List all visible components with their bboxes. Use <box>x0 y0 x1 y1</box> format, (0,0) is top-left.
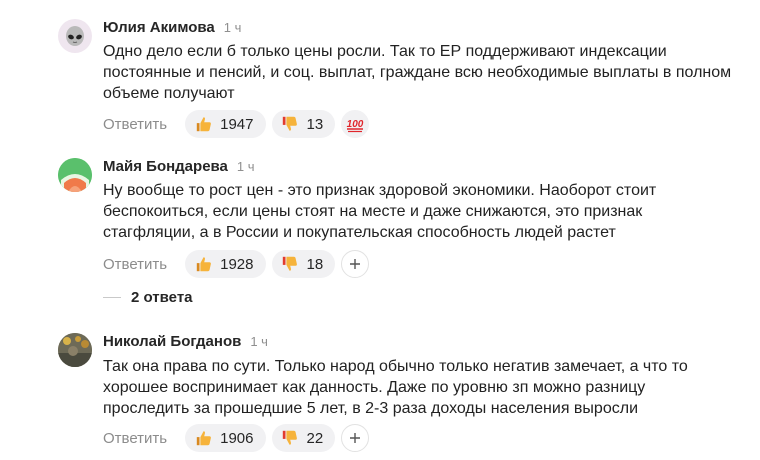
reply-button[interactable]: Ответить <box>103 116 167 133</box>
thumbs-down-icon <box>281 115 300 134</box>
replies-divider <box>103 297 121 298</box>
avatar[interactable] <box>58 333 92 367</box>
comment-text-line: стагфляции, а в России и покупательская … <box>103 224 616 241</box>
dislike-count: 13 <box>306 115 324 133</box>
comment-text: Так она права по сути. Только народ обыч… <box>103 356 733 419</box>
add-reaction-button[interactable] <box>341 424 370 452</box>
comment-text-line: постоянные и пенсий, и соц. выплат, граж… <box>103 64 732 81</box>
thumbs-down-icon <box>281 429 300 448</box>
like-count: 1906 <box>220 429 254 447</box>
comment-text-line: беспокоиться, если цены стоят на месте и… <box>103 203 643 220</box>
thumbs-down-icon <box>281 255 300 274</box>
author-name[interactable]: Юлия Акимова <box>103 19 215 36</box>
thumbs-up-icon <box>194 429 213 448</box>
replies-label: 2 ответа <box>131 289 193 306</box>
photo-avatar-icon <box>58 333 92 367</box>
reply-button[interactable]: Ответить <box>103 430 167 447</box>
author-name[interactable]: Николай Богданов <box>103 333 241 350</box>
comment-text-line: Так она права по сути. Только народ обыч… <box>103 358 688 375</box>
comment-meta: Николай Богданов 1 ч <box>103 333 268 350</box>
hundred-points-reaction-button[interactable]: 100 <box>341 110 370 138</box>
reply-button[interactable]: Ответить <box>103 256 167 273</box>
comment-actions: Ответить 1906 22 <box>103 424 370 452</box>
comment-text-line: объеме получают <box>103 85 235 102</box>
comment-actions: Ответить 1947 13 100 <box>103 110 370 138</box>
dislike-button[interactable]: 13 <box>271 110 336 138</box>
avatar[interactable] <box>58 19 92 53</box>
dislike-button[interactable]: 18 <box>271 250 336 278</box>
comment-meta: Майя Бондарева 1 ч <box>103 158 255 175</box>
author-name[interactable]: Майя Бондарева <box>103 158 228 175</box>
dislike-count: 22 <box>306 429 324 447</box>
comment-text: Одно дело если б только цены росли. Так … <box>103 41 733 104</box>
timestamp: 1 ч <box>236 159 255 174</box>
comment-text-line: проследить за прошедшие 5 лет, в 2-3 раз… <box>103 400 638 417</box>
comment-text-line: хорошее воспринимает как данность. Даже … <box>103 379 646 396</box>
comment-text: Ну вообще то рост цен - это признак здор… <box>103 180 733 243</box>
timestamp: 1 ч <box>250 334 268 349</box>
thumbs-up-icon <box>194 115 213 134</box>
like-button[interactable]: 1906 <box>185 424 266 452</box>
comment: Николай Богданов 1 ч Так она права по су… <box>0 333 760 458</box>
hundred-points-icon: 100 <box>347 119 364 133</box>
show-replies-button[interactable]: 2 ответа <box>103 289 193 306</box>
dislike-button[interactable]: 22 <box>271 424 336 452</box>
comment-actions: Ответить 1928 18 <box>103 250 370 278</box>
like-count: 1947 <box>220 115 254 133</box>
comment-text-line: Одно дело если б только цены росли. Так … <box>103 43 667 60</box>
comment: Юлия Акимова 1 ч Одно дело если б только… <box>0 19 760 139</box>
dislike-count: 18 <box>306 255 324 273</box>
comment-meta: Юлия Акимова 1 ч <box>103 19 241 36</box>
plus-icon <box>350 433 361 443</box>
thumbs-up-icon <box>194 255 213 274</box>
avatar[interactable] <box>58 158 92 192</box>
lime-slice-avatar-icon <box>58 158 92 192</box>
like-count: 1928 <box>220 255 254 273</box>
comment-text-line: Ну вообще то рост цен - это признак здор… <box>103 182 657 199</box>
plus-icon <box>350 259 361 269</box>
like-button[interactable]: 1947 <box>185 110 266 138</box>
alien-avatar-icon <box>66 26 84 46</box>
timestamp: 1 ч <box>223 20 242 35</box>
add-reaction-button[interactable] <box>341 250 370 278</box>
comment: Майя Бондарева 1 ч Ну вообще то рост цен… <box>0 158 760 308</box>
like-button[interactable]: 1928 <box>185 250 266 278</box>
